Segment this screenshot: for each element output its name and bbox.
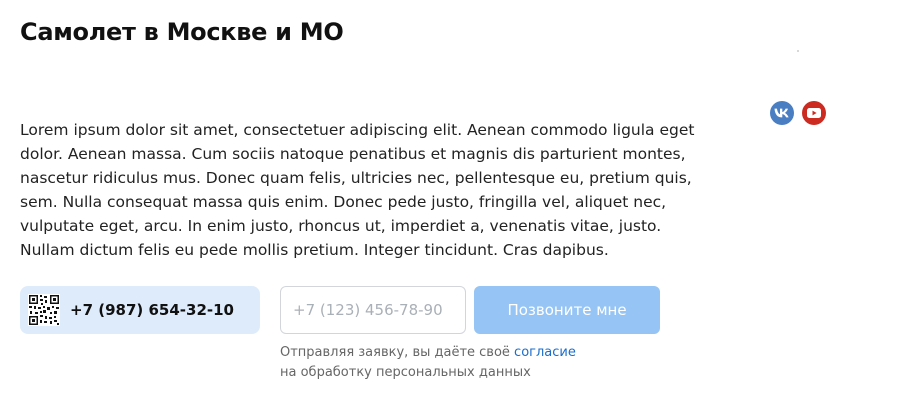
phone-card[interactable]: +7 (987) 654-32-10	[20, 286, 260, 334]
phone-number[interactable]: +7 (987) 654-32-10	[70, 301, 234, 319]
consent-text: Отправляя заявку, вы даёте своё	[280, 345, 515, 360]
vk-logo-glyph	[774, 108, 789, 118]
decorative-dot	[797, 50, 799, 52]
page-title: Самолет в Москве и МО	[20, 18, 344, 46]
consent-link[interactable]: согласие	[514, 345, 576, 360]
youtube-logo-glyph	[807, 108, 821, 118]
consent-text-continued: на обработку персональных данных	[280, 365, 531, 380]
page-description: Lorem ipsum dolor sit amet, consectetuer…	[20, 121, 695, 259]
consent-note: Отправляя заявку, вы даёте своё согласие…	[280, 343, 600, 383]
call-me-button[interactable]: Позвоните мне	[474, 286, 660, 334]
vk-icon[interactable]	[770, 101, 794, 125]
social-links	[770, 101, 826, 125]
qr-code-icon	[28, 294, 60, 326]
phone-input[interactable]	[280, 286, 466, 334]
youtube-icon[interactable]	[802, 101, 826, 125]
